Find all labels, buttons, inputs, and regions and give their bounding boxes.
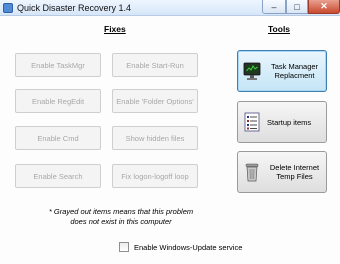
title-bar[interactable]: Quick Disaster Recovery 1.4 – □ ✕ <box>0 0 340 16</box>
windows-update-checkbox[interactable] <box>119 242 129 252</box>
task-manager-label: Task Manager Replacment <box>270 62 319 80</box>
startup-items-button[interactable]: Startup items <box>237 101 327 143</box>
enable-search-button: Enable Search <box>15 164 101 188</box>
minimize-icon: – <box>271 1 277 12</box>
task-manager-button[interactable]: Task Manager Replacment <box>237 50 327 92</box>
close-icon: ✕ <box>320 1 328 11</box>
windows-update-label[interactable]: Enable Windows-Update service <box>134 243 242 252</box>
app-icon <box>3 3 13 13</box>
startup-items-label: Startup items <box>267 117 312 127</box>
fix-logon-logoff-loop-button: Fix logon-logoff loop <box>112 164 198 188</box>
fixes-heading: Fixes <box>104 24 126 34</box>
delete-temp-files-label: Delete Internet Temp Files <box>269 163 320 181</box>
enable-start-run-button: Enable Start-Run <box>112 53 198 77</box>
maximize-icon: □ <box>294 1 300 12</box>
enable-cmd-button: Enable Cmd <box>15 126 101 150</box>
maximize-button[interactable]: □ <box>286 0 308 14</box>
enable-taskmgr-button: Enable TaskMgr <box>15 53 101 77</box>
minimize-button[interactable]: – <box>262 0 286 14</box>
trash-can-icon <box>243 162 261 182</box>
monitor-icon <box>243 61 261 81</box>
enable-regedit-button: Enable RegEdit <box>15 89 101 113</box>
window-title: Quick Disaster Recovery 1.4 <box>17 3 132 13</box>
enable-folder-options-button: Enable 'Folder Options' <box>112 89 198 113</box>
close-button[interactable]: ✕ <box>308 0 340 14</box>
show-hidden-files-button: Show hidden files <box>112 126 198 150</box>
grayed-out-note: * Grayed out items means that this probl… <box>48 207 194 226</box>
windows-update-option[interactable]: Enable Windows-Update service <box>119 242 242 252</box>
tools-heading: Tools <box>268 24 291 34</box>
list-document-icon <box>243 112 261 132</box>
delete-temp-files-button[interactable]: Delete Internet Temp Files <box>237 151 327 193</box>
